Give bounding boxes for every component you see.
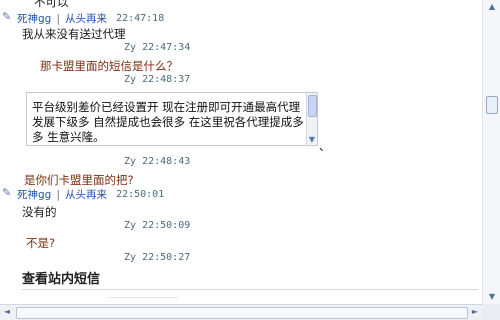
- message-text: 不是?: [26, 236, 56, 250]
- message-time: 22:47:18: [116, 13, 165, 24]
- quoted-message-box[interactable]: 平台级别差价已经设置开 现在注册即可开通最高代理 发展下级多 自然提成也会很多 …: [26, 92, 318, 146]
- scrollbar-corner: [482, 304, 500, 320]
- horizontal-scroll-thumb[interactable]: [16, 307, 468, 319]
- sender-link[interactable]: 从头再来: [65, 11, 107, 26]
- message-header: 死神gg | 从头再来 22:50:01: [2, 186, 165, 202]
- message-header: 死神gg | 从头再来 22:47:18: [2, 10, 165, 26]
- pen-icon: [2, 186, 15, 201]
- sender-name: Zy: [124, 220, 137, 231]
- sender-name: Zy: [124, 74, 137, 85]
- pen-icon: [2, 10, 15, 25]
- quoted-message-text: 平台级别差价已经设置开 现在注册即可开通最高代理 发展下级多 自然提成也会很多 …: [32, 100, 304, 144]
- message-text: 没有的: [22, 205, 57, 219]
- message-header: Zy 22:48:43: [124, 156, 190, 167]
- sender-name: Zy: [124, 252, 137, 263]
- message-text: 那卡盟里面的短信是什么？: [40, 59, 178, 73]
- scroll-right-icon[interactable]: ►: [468, 305, 482, 319]
- sender-link[interactable]: 从头再来: [65, 187, 107, 202]
- chat-window: 不可以 死神gg | 从头再来 22:47:18 我从来没有送过代理 Zy 22…: [0, 0, 500, 320]
- quoted-scroll-thumb[interactable]: [308, 95, 317, 117]
- separator: |: [56, 188, 61, 201]
- message-time: 22:50:01: [116, 189, 165, 200]
- scroll-down-icon[interactable]: ▼: [483, 290, 500, 304]
- horizontal-scrollbar[interactable]: ◄ ►: [0, 304, 482, 320]
- message-time: 22:48:43: [142, 156, 191, 167]
- message-header: Zy 22:47:34: [124, 42, 190, 53]
- message-header: Zy 22:50:27: [124, 252, 190, 263]
- sender-name: Zy: [124, 42, 137, 53]
- scroll-left-icon[interactable]: ◄: [0, 305, 14, 319]
- message-time: 22:50:27: [142, 252, 191, 263]
- sender-name[interactable]: 死神gg: [17, 187, 51, 202]
- message-text: 不可以: [34, 0, 69, 9]
- message-time: 22:47:34: [142, 42, 191, 53]
- sender-name: Zy: [124, 156, 137, 167]
- trailing-mark: 、: [319, 139, 331, 153]
- message-text: 是你们卡盟里面的把?: [24, 173, 134, 187]
- sender-name[interactable]: 死神gg: [17, 11, 51, 26]
- chat-history: 不可以 死神gg | 从头再来 22:47:18 我从来没有送过代理 Zy 22…: [0, 0, 482, 304]
- scroll-up-icon[interactable]: ▲: [483, 0, 500, 14]
- message-time: 22:50:09: [142, 220, 191, 231]
- vertical-scroll-thumb[interactable]: [486, 96, 498, 114]
- message-header: Zy 22:48:37: [124, 74, 190, 85]
- vertical-scrollbar[interactable]: ▲ ▼: [482, 0, 500, 304]
- divider-partial: [108, 297, 178, 298]
- message-header: Zy 22:50:09: [124, 220, 190, 231]
- section-title: 查看站内短信: [22, 272, 101, 287]
- divider: [22, 289, 478, 290]
- quoted-scrollbar[interactable]: ▼: [306, 93, 317, 145]
- message-text: 我从来没有送过代理: [22, 27, 126, 41]
- chevron-down-icon[interactable]: ▼: [307, 135, 317, 145]
- message-time: 22:48:37: [142, 74, 191, 85]
- separator: |: [56, 12, 61, 25]
